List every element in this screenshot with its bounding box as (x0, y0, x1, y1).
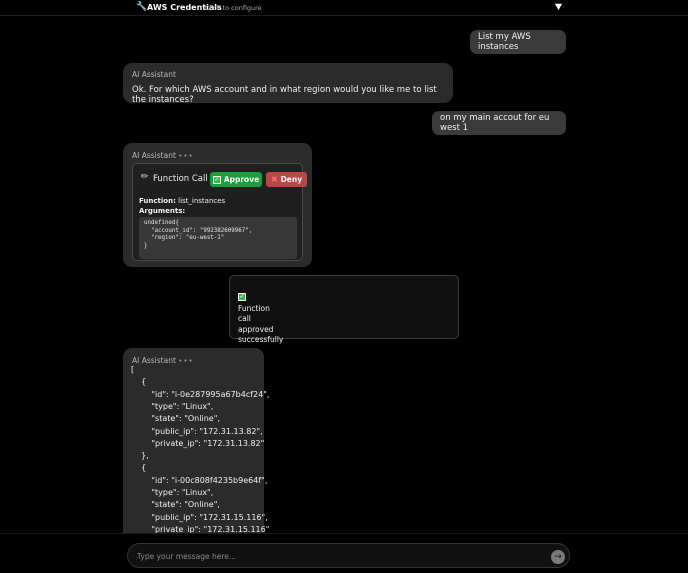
function-call-card: ✏ Function Call ✓ Approve ✖ Deny Functio… (132, 163, 307, 261)
system-message-line: call (238, 314, 251, 324)
function-name-row: Function: list_instances (139, 197, 225, 205)
json-line: "type": "Linux", (131, 401, 214, 411)
user-message: List my AWS instances (470, 30, 566, 54)
check-icon: ✓ (238, 293, 246, 301)
message-composer[interactable]: → (127, 543, 570, 568)
approve-button[interactable]: ✓ Approve (210, 172, 262, 187)
json-line: "id": "i-00c808f4235b9e64f", (131, 475, 268, 485)
system-message-text: Function call approved successfully (238, 304, 450, 345)
typing-dots: ••• (178, 357, 194, 365)
message-input[interactable] (137, 549, 537, 563)
x-icon: ✖ (270, 175, 278, 184)
assistant-label-text: AI Assistant (132, 356, 176, 365)
json-line: "public_ip": "172.31.13.82", (131, 426, 263, 436)
function-name: list_instances (178, 197, 226, 205)
system-message: ✓ Function call approved successfully (229, 275, 459, 344)
assistant-label: AI Assistant ••• (132, 151, 194, 160)
credentials-bar[interactable]: 🔧 AWS Credentials Click to configure (0, 0, 688, 16)
typing-dots: ••• (178, 152, 194, 160)
assistant-label-text: AI Assistant (132, 151, 176, 160)
assistant-message: AI Assistant ••• ✏ Function Call ✓ Appro… (123, 143, 312, 267)
composer-area: → (0, 533, 688, 573)
deny-button[interactable]: ✖ Deny (266, 172, 307, 187)
system-message-line: approved (238, 324, 274, 334)
assistant-label: AI Assistant ••• (132, 356, 194, 365)
user-message-text: List my AWS instances (478, 32, 531, 52)
check-icon: ✓ (212, 175, 221, 184)
json-line: "type": "Linux", (131, 488, 214, 497)
chat-history[interactable]: List my AWS instances AI Assistant Ok. F… (0, 17, 688, 533)
json-line: "public_ip": "172.31.15.116", (131, 512, 268, 522)
triangle-down-icon[interactable] (554, 2, 563, 11)
json-line: }, (131, 451, 149, 461)
assistant-message: AI Assistant Ok. For which AWS account a… (123, 63, 453, 105)
system-message-line: successfully (238, 334, 284, 344)
json-line: "state": "Online", (131, 414, 220, 424)
pencil-icon: ✏ (141, 172, 149, 182)
assistant-label: AI Assistant (132, 70, 176, 79)
user-message: on my main accout for eu west 1 (432, 111, 566, 135)
arguments-code: undefined{ "account_id": "992382609967",… (139, 217, 297, 259)
approve-label: Approve (223, 175, 260, 184)
function-label: Function: (139, 197, 176, 205)
wrench-icon: 🔧 (136, 2, 148, 12)
json-line: [ (131, 365, 135, 374)
user-message-text: on my main accout for eu west 1 (440, 113, 550, 133)
deny-label: Deny (280, 175, 303, 184)
json-line: "private_ip": "172.31.15.116" (131, 524, 270, 533)
json-line: "private_ip": "172.31.13.82" (131, 438, 265, 448)
assistant-message-text: Ok. For which AWS account and in what re… (132, 85, 437, 105)
send-button[interactable]: → (551, 550, 565, 564)
json-line: "id": "i-0e287995a67b4cf24", (131, 389, 270, 399)
arguments-label: Arguments: (139, 207, 186, 215)
arrow-right-icon: → (554, 552, 562, 562)
function-call-title: Function Call (153, 174, 208, 184)
json-line: "state": "Online", (131, 500, 220, 510)
json-line: { (131, 463, 147, 473)
credentials-hint[interactable]: Click to configure (205, 4, 262, 12)
json-line: { (131, 377, 147, 387)
arguments-row: Arguments: (139, 207, 185, 215)
system-message-line: Function (238, 304, 270, 313)
